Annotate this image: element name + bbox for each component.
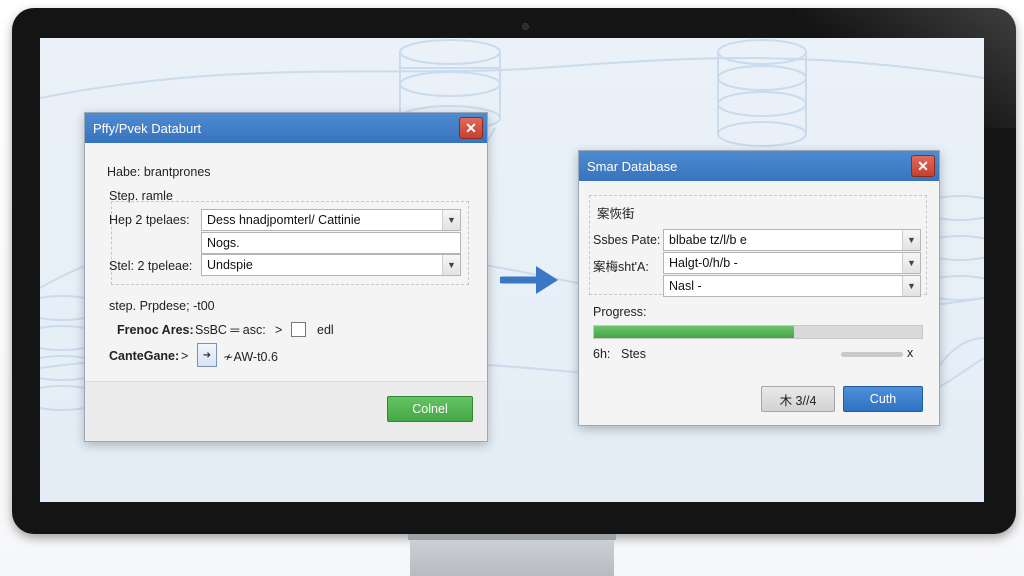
cantegane-label: CanteGane: xyxy=(109,349,180,363)
right-row1-dropdown-value: blbabe tz/l/b e xyxy=(669,233,747,247)
chevron-down-icon[interactable]: ▼ xyxy=(902,253,920,273)
right-row3-dropdown-value: Nasl - xyxy=(669,279,702,293)
chevron-right-icon[interactable]: > xyxy=(181,349,188,363)
progress-bar-fill xyxy=(594,326,795,338)
frenoc-value: SsBC ═ asc: xyxy=(195,323,266,337)
chevron-down-icon[interactable]: ▼ xyxy=(902,276,920,296)
monitor-screen: Pffy/Pvek Databurt ✕ Habe: brantprones S… xyxy=(40,38,984,502)
arrow-right-icon: ➜ xyxy=(202,349,212,361)
row2-dropdown[interactable]: Undspie ▼ xyxy=(201,254,461,276)
chevron-down-icon[interactable]: ▼ xyxy=(902,230,920,250)
page: Pffy/Pvek Databurt ✕ Habe: brantprones S… xyxy=(0,0,1024,576)
left-dialog-close-button[interactable]: ✕ xyxy=(459,117,483,139)
webcam-icon xyxy=(522,23,529,30)
right-dialog-title: Smar Database xyxy=(587,158,678,174)
close-icon: ✕ xyxy=(465,120,477,136)
right-cancel-button[interactable]: 木 3//4 xyxy=(761,386,835,412)
chevron-down-icon[interactable]: ▼ xyxy=(442,210,460,230)
right-row2-dropdown[interactable]: Halgt-0/h/b - ▼ xyxy=(663,252,921,274)
status-slider[interactable] xyxy=(841,352,903,357)
progress-label: Progress: xyxy=(593,305,647,319)
right-row2-dropdown-value: Halgt-0/h/b - xyxy=(669,256,738,270)
right-dialog-close-button[interactable]: ✕ xyxy=(911,155,935,177)
right-row1-dropdown[interactable]: blbabe tz/l/b e ▼ xyxy=(663,229,921,251)
file-name: ≁AW-t0.6 xyxy=(223,350,278,364)
status-value: Stes xyxy=(621,347,647,361)
row2-label: Stel: 2 tpeleae: xyxy=(109,259,193,273)
monitor-stand xyxy=(408,534,616,576)
left-ok-button[interactable]: Colnel xyxy=(387,396,473,422)
row1-dropdown[interactable]: Dess hnadjpomterl/ Cattinie ▼ xyxy=(201,209,461,231)
right-row2-label: 案梅sht'A: xyxy=(593,260,649,274)
right-row1-label: Ssbes Pate: xyxy=(593,233,661,247)
left-dialog-header-text: Habe: brantprones xyxy=(107,165,211,179)
progress-bar xyxy=(593,325,923,339)
right-group-caption: 案恢街 xyxy=(597,207,635,221)
status-close-icon[interactable]: x xyxy=(907,346,913,360)
step-purpose-label: step. Prpdese; -t00 xyxy=(109,299,215,313)
close-icon: ✕ xyxy=(917,158,929,174)
left-dialog-titlebar: Pffy/Pvek Databurt ✕ xyxy=(85,113,487,143)
chevron-down-icon[interactable]: ▼ xyxy=(442,255,460,275)
left-dialog-footer: Colnel xyxy=(85,381,487,441)
chevron-right-icon[interactable]: > xyxy=(275,323,282,337)
file-icon[interactable]: ➜ xyxy=(197,343,217,367)
frenoc-check-label: edl xyxy=(317,323,334,337)
left-dialog: Pffy/Pvek Databurt ✕ Habe: brantprones S… xyxy=(84,112,488,442)
right-dialog-titlebar: Smar Database ✕ xyxy=(579,151,939,181)
row1-sub-field[interactable]: Nogs. xyxy=(201,232,461,254)
row1-dropdown-value: Dess hnadjpomterl/ Cattinie xyxy=(207,213,361,227)
right-dialog: Smar Database ✕ 案恢街 Ssbes Pate: blbabe t… xyxy=(578,150,940,426)
frenoc-checkbox[interactable] xyxy=(291,322,306,337)
row2-dropdown-value: Undspie xyxy=(207,258,253,272)
right-row3-dropdown[interactable]: Nasl - ▼ xyxy=(663,275,921,297)
right-ok-button[interactable]: Cuth xyxy=(843,386,923,412)
row1-label: Hep 2 tpelaes: xyxy=(109,213,190,227)
flow-arrow-icon xyxy=(500,266,558,294)
frenoc-label: Frenoc Ares: xyxy=(117,323,194,337)
left-dialog-title: Pffy/Pvek Databurt xyxy=(93,120,202,136)
status-label: 6h: xyxy=(593,347,611,361)
